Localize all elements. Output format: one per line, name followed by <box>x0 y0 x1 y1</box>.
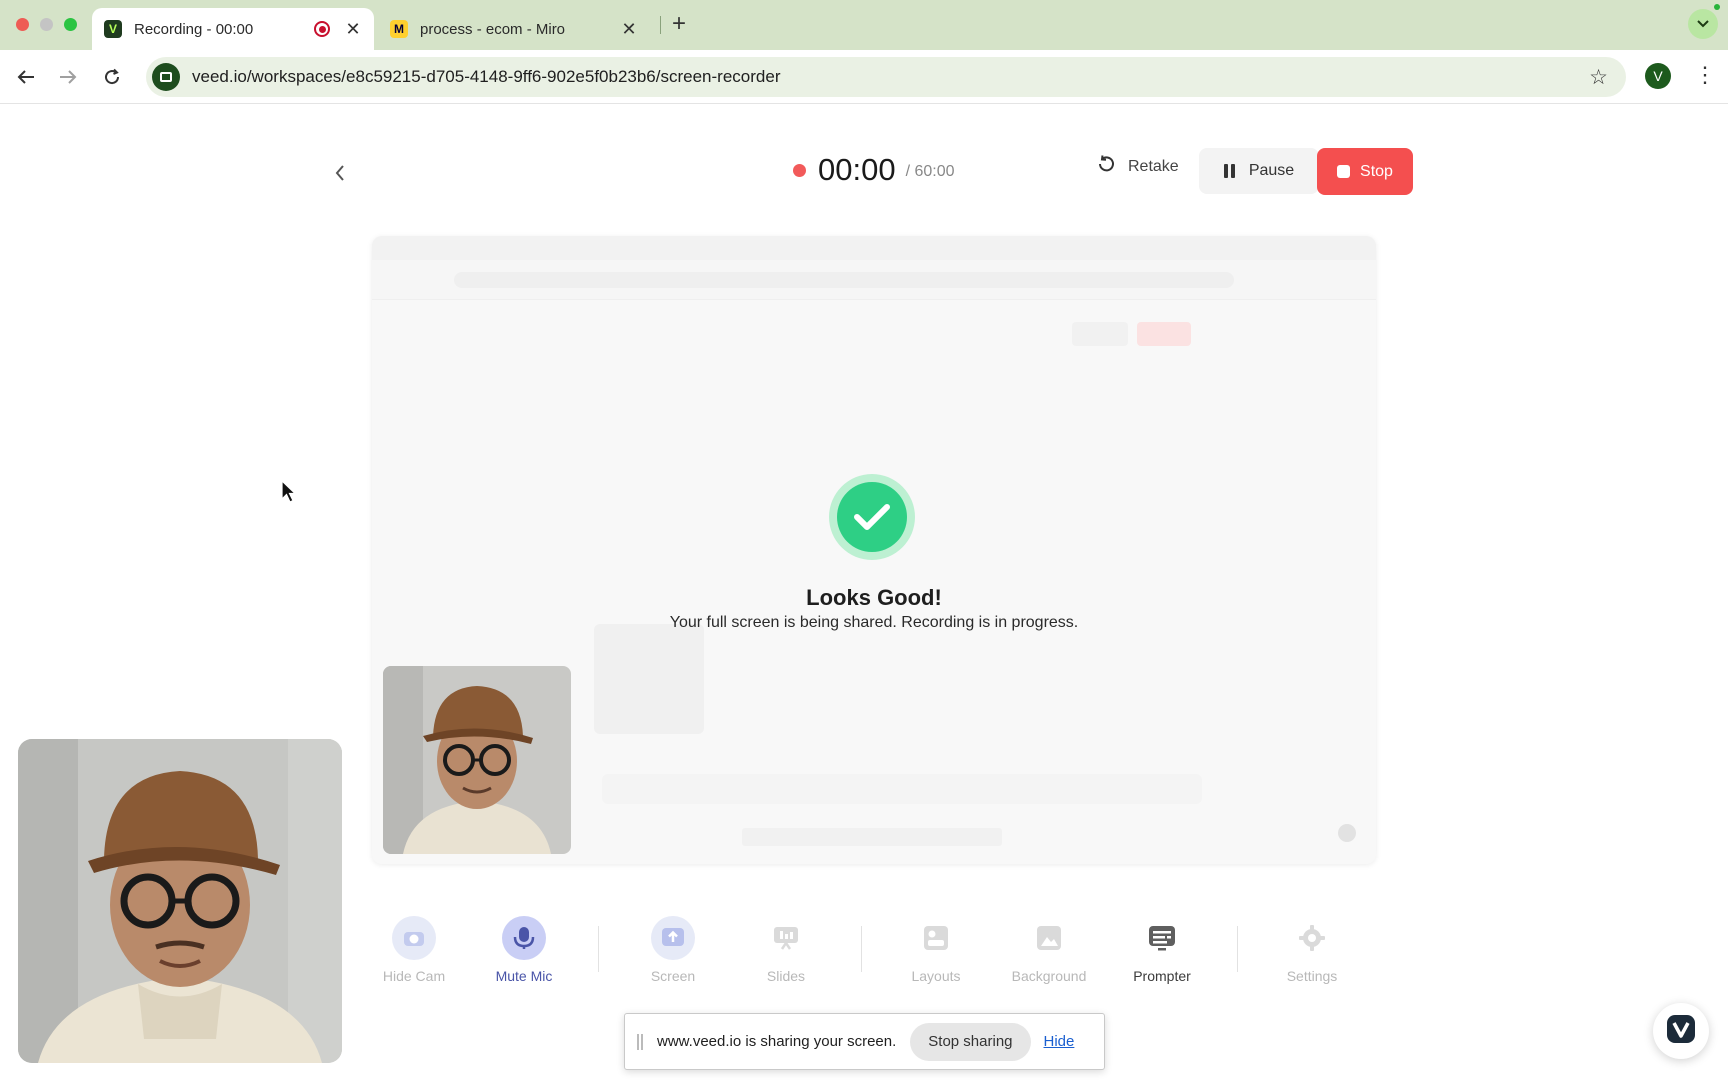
preview-ghost-share-bar <box>742 828 1002 846</box>
forward-arrow-icon[interactable] <box>54 63 82 91</box>
window-minimize-button[interactable] <box>40 18 53 31</box>
elapsed-time: 00:00 <box>818 152 896 187</box>
back-arrow-icon[interactable] <box>12 63 40 91</box>
microphone-icon <box>502 916 546 960</box>
slides-icon <box>764 916 808 960</box>
pause-button[interactable]: Pause <box>1199 148 1319 194</box>
recording-indicator-icon <box>314 21 330 37</box>
recording-dot-icon <box>793 163 806 177</box>
gear-icon <box>1290 916 1334 960</box>
url-text: veed.io/workspaces/e8c59215-d705-4148-9f… <box>192 67 781 86</box>
slides-button[interactable]: Slides <box>731 916 841 984</box>
preview-ghost-tabbar <box>372 236 1376 260</box>
layouts-button[interactable]: Layouts <box>881 916 991 984</box>
retake-icon <box>1096 154 1116 180</box>
mute-mic-button[interactable]: Mute Mic <box>469 916 579 984</box>
prompter-icon <box>1140 916 1184 960</box>
background-label: Background <box>1011 968 1087 984</box>
slides-label: Slides <box>766 968 806 984</box>
hide-banner-link[interactable]: Hide <box>1044 1033 1075 1050</box>
layouts-icon <box>914 916 958 960</box>
settings-button[interactable]: Settings <box>1257 916 1367 984</box>
preview-ghost-camera <box>594 624 704 734</box>
toolbar-divider <box>598 926 599 972</box>
max-time: / 60:00 <box>905 163 955 180</box>
prompter-label: Prompter <box>1133 968 1191 984</box>
window-zoom-button[interactable] <box>64 18 77 31</box>
screen-preview: Looks Good! Your full screen is being sh… <box>372 236 1376 864</box>
screen-sharing-banner: www.veed.io is sharing your screen. Stop… <box>624 1013 1105 1070</box>
preview-ghost-pause <box>1072 322 1128 346</box>
address-bar[interactable]: veed.io/workspaces/e8c59215-d705-4148-9f… <box>146 57 1626 97</box>
hide-cam-label: Hide Cam <box>382 968 446 984</box>
veed-logo-icon <box>1666 1014 1696 1049</box>
hide-cam-button[interactable]: Hide Cam <box>359 916 469 984</box>
sharing-message: www.veed.io is sharing your screen. <box>657 1033 897 1050</box>
mouse-cursor-icon <box>281 479 297 509</box>
toolbar-divider <box>861 926 862 972</box>
stop-label: Stop <box>1360 162 1393 180</box>
toolbar-divider <box>1237 926 1238 972</box>
floating-camera-bubble[interactable] <box>18 739 342 1063</box>
pause-label: Pause <box>1248 162 1295 179</box>
veed-logo-icon: V <box>104 20 122 38</box>
new-tab-icon[interactable]: + <box>672 10 686 38</box>
back-chevron-icon[interactable] <box>334 158 346 189</box>
notification-dot <box>1714 4 1720 10</box>
retake-button[interactable]: Retake <box>1096 154 1179 180</box>
background-icon <box>1027 916 1071 960</box>
veed-help-bubble[interactable] <box>1653 1003 1709 1059</box>
miro-logo-icon: M <box>390 20 408 38</box>
browser-menu-icon[interactable]: ⋮ <box>1694 62 1716 88</box>
screen-label: Screen <box>650 968 696 984</box>
retake-label: Retake <box>1128 158 1179 175</box>
tab-recording[interactable]: V Recording - 00:00 ✕ <box>92 8 374 50</box>
tab-miro[interactable]: M process - ecom - Miro ✕ <box>378 8 650 50</box>
bookmark-star-icon[interactable]: ☆ <box>1589 65 1608 90</box>
preview-ghost-logo <box>1338 824 1356 842</box>
drag-handle-icon[interactable] <box>637 1033 645 1050</box>
camera-preview-thumbnail <box>383 666 571 854</box>
background-button[interactable]: Background <box>994 916 1104 984</box>
layouts-label: Layouts <box>911 968 961 984</box>
browser-toolbar: veed.io/workspaces/e8c59215-d705-4148-9f… <box>0 50 1728 104</box>
browser-tab-bar: V Recording - 00:00 ✕ M process - ecom -… <box>0 0 1728 50</box>
tab-title: Recording - 00:00 <box>134 20 254 38</box>
tab-search-chevron-icon[interactable] <box>1688 9 1718 39</box>
window-close-button[interactable] <box>16 18 29 31</box>
screen-share-icon <box>651 916 695 960</box>
stop-button[interactable]: Stop <box>1317 148 1413 195</box>
screen-button[interactable]: Screen <box>618 916 728 984</box>
pause-icon <box>1223 164 1235 178</box>
recording-timer: 00:00 / 60:00 <box>793 152 955 188</box>
tab-close-icon[interactable]: ✕ <box>344 19 362 40</box>
stop-icon <box>1337 165 1351 178</box>
status-message: Your full screen is being shared. Record… <box>669 614 1079 631</box>
camera-icon <box>392 916 436 960</box>
prompter-button[interactable]: Prompter <box>1107 916 1217 984</box>
preview-ghost-url <box>454 272 1234 288</box>
tab-divider <box>660 16 661 34</box>
tab-close-icon[interactable]: ✕ <box>620 19 638 40</box>
status-title: Looks Good! <box>806 585 942 610</box>
stop-sharing-button[interactable]: Stop sharing <box>910 1022 1031 1061</box>
success-check-icon <box>829 474 915 560</box>
settings-label: Settings <box>1286 968 1338 984</box>
reload-icon[interactable] <box>98 63 126 91</box>
mute-mic-label: Mute Mic <box>495 968 553 984</box>
screen-recorder-site-icon[interactable] <box>152 63 180 91</box>
profile-avatar[interactable]: V <box>1645 63 1671 89</box>
preview-ghost-stop <box>1137 322 1191 346</box>
tab-title: process - ecom - Miro <box>420 20 566 38</box>
preview-ghost-toolbar <box>602 774 1202 804</box>
